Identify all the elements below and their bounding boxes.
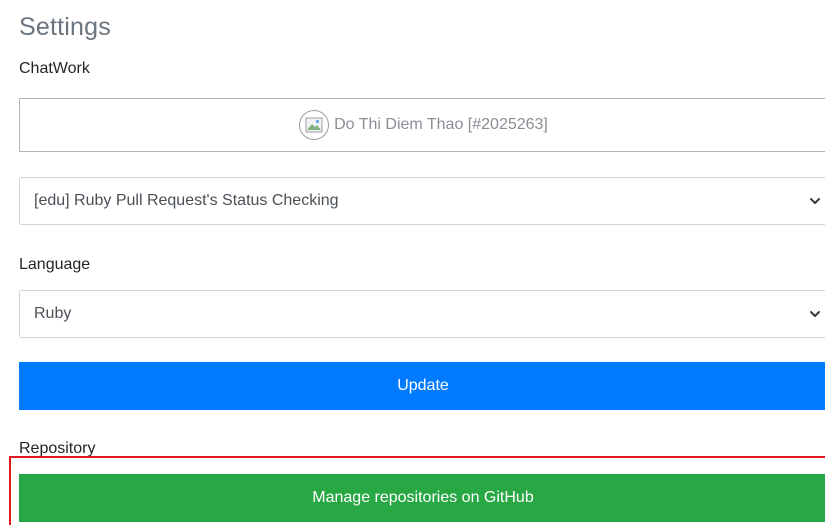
chatwork-account-display: Do Thi Diem Thao [#2025263] bbox=[19, 98, 825, 152]
update-button-label: Update bbox=[397, 377, 449, 394]
update-button[interactable]: Update bbox=[19, 362, 825, 410]
page-title: Settings bbox=[19, 13, 111, 41]
chatwork-room-selected-value: [edu] Ruby Pull Request's Status Checkin… bbox=[34, 192, 339, 209]
language-label: Language bbox=[19, 256, 91, 273]
chevron-down-icon bbox=[810, 198, 820, 204]
manage-repositories-button-label: Manage repositories on GitHub bbox=[312, 489, 534, 506]
chatwork-label: ChatWork bbox=[19, 60, 90, 77]
manage-repositories-button[interactable]: Manage repositories on GitHub bbox=[19, 474, 825, 522]
chatwork-room-select[interactable]: [edu] Ruby Pull Request's Status Checkin… bbox=[19, 177, 825, 225]
chatwork-account-name: Do Thi Diem Thao [#2025263] bbox=[334, 116, 548, 133]
chevron-down-icon bbox=[810, 311, 820, 317]
language-select[interactable]: Ruby bbox=[19, 290, 825, 338]
broken-image-icon bbox=[299, 110, 330, 140]
language-selected-value: Ruby bbox=[34, 305, 72, 322]
